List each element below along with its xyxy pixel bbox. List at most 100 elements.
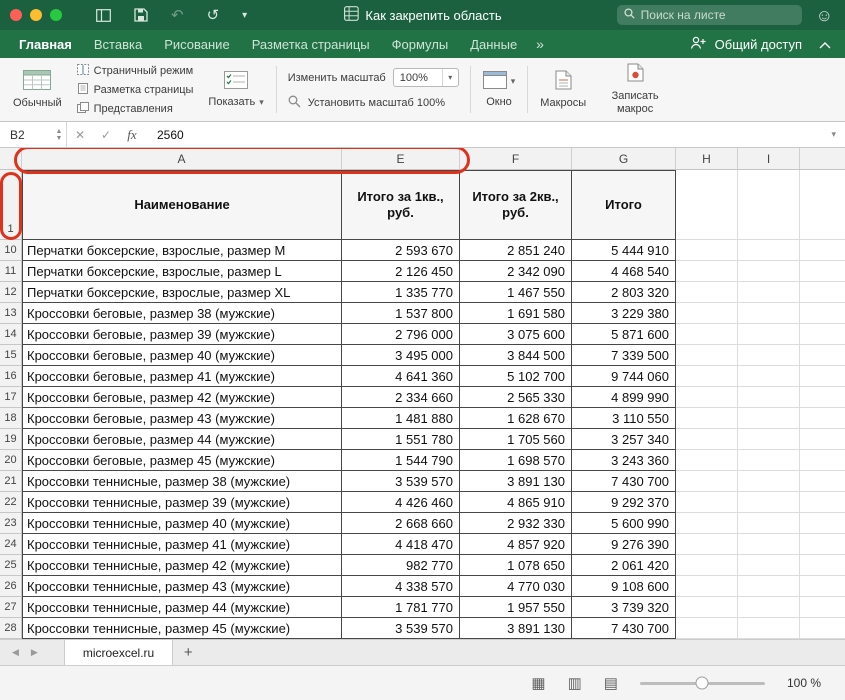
tab-draw[interactable]: Рисование — [153, 30, 240, 58]
cell-total[interactable]: 3 257 340 — [572, 429, 676, 450]
cell-total[interactable]: 7 430 700 — [572, 618, 676, 639]
empty-cell[interactable] — [676, 597, 738, 618]
page-break-view-status-icon[interactable]: ▤ — [604, 676, 618, 691]
cell-total[interactable]: 9 108 600 — [572, 576, 676, 597]
empty-cell[interactable] — [676, 576, 738, 597]
empty-cell[interactable] — [738, 387, 800, 408]
cell-q2[interactable]: 3 075 600 — [460, 324, 572, 345]
empty-cell[interactable] — [738, 345, 800, 366]
header-cell-q2[interactable]: Итого за 2кв., руб. — [460, 170, 572, 240]
empty-cell[interactable] — [738, 303, 800, 324]
cell-total[interactable]: 9 292 370 — [572, 492, 676, 513]
cell-name[interactable]: Кроссовки беговые, размер 39 (мужские) — [22, 324, 342, 345]
cell-name[interactable]: Кроссовки теннисные, размер 44 (мужские) — [22, 597, 342, 618]
empty-cell[interactable] — [738, 555, 800, 576]
cell-name[interactable]: Кроссовки беговые, размер 44 (мужские) — [22, 429, 342, 450]
cell-total[interactable]: 5 600 990 — [572, 513, 676, 534]
cell-total[interactable]: 2 061 420 — [572, 555, 676, 576]
cell-total[interactable]: 5 444 910 — [572, 240, 676, 261]
empty-cell[interactable] — [738, 261, 800, 282]
cell-q2[interactable]: 1 467 550 — [460, 282, 572, 303]
cell-total[interactable]: 3 739 320 — [572, 597, 676, 618]
row-header-16[interactable]: 16 — [0, 366, 22, 387]
row-header-27[interactable]: 27 — [0, 597, 22, 618]
normal-view-button[interactable]: Обычный — [4, 61, 71, 118]
cell-q2[interactable]: 2 342 090 — [460, 261, 572, 282]
empty-cell[interactable] — [738, 408, 800, 429]
macros-button[interactable]: Макросы — [531, 61, 595, 118]
cell-name[interactable]: Кроссовки беговые, размер 45 (мужские) — [22, 450, 342, 471]
column-header-E[interactable]: E — [342, 148, 460, 169]
cell-q1[interactable]: 2 126 450 — [342, 261, 460, 282]
row-header-20[interactable]: 20 — [0, 450, 22, 471]
view-toggle-icon[interactable] — [96, 9, 111, 22]
cell-q2[interactable]: 1 691 580 — [460, 303, 572, 324]
cell-total[interactable]: 7 430 700 — [572, 471, 676, 492]
search-box[interactable] — [617, 5, 802, 25]
cell-name[interactable]: Кроссовки беговые, размер 40 (мужские) — [22, 345, 342, 366]
feedback-smiley-icon[interactable]: ☺ — [816, 7, 833, 24]
empty-cell[interactable] — [738, 450, 800, 471]
cell-q1[interactable]: 1 544 790 — [342, 450, 460, 471]
cell-q1[interactable]: 4 641 360 — [342, 366, 460, 387]
empty-cell[interactable] — [676, 170, 738, 240]
cell-q1[interactable]: 4 426 460 — [342, 492, 460, 513]
add-sheet-button[interactable]: + — [173, 644, 203, 661]
cell-q2[interactable]: 4 865 910 — [460, 492, 572, 513]
stepper-up-icon[interactable]: ▲ — [56, 128, 63, 135]
cell-q1[interactable]: 2 796 000 — [342, 324, 460, 345]
row-header-21[interactable]: 21 — [0, 471, 22, 492]
cell-name[interactable]: Кроссовки теннисные, размер 38 (мужские) — [22, 471, 342, 492]
row-header-12[interactable]: 12 — [0, 282, 22, 303]
cell-q1[interactable]: 982 770 — [342, 555, 460, 576]
cell-name[interactable]: Кроссовки теннисные, размер 43 (мужские) — [22, 576, 342, 597]
empty-cell[interactable] — [676, 366, 738, 387]
cell-total[interactable]: 3 229 380 — [572, 303, 676, 324]
empty-cell[interactable] — [676, 387, 738, 408]
cell-q2[interactable]: 1 698 570 — [460, 450, 572, 471]
cell-q1[interactable]: 4 418 470 — [342, 534, 460, 555]
empty-cell[interactable] — [676, 450, 738, 471]
insert-function-icon[interactable]: fx — [119, 127, 145, 143]
empty-cell[interactable] — [676, 345, 738, 366]
cell-q2[interactable]: 1 957 550 — [460, 597, 572, 618]
empty-cell[interactable] — [676, 492, 738, 513]
row-header-14[interactable]: 14 — [0, 324, 22, 345]
row-header-13[interactable]: 13 — [0, 303, 22, 324]
row-header-25[interactable]: 25 — [0, 555, 22, 576]
cell-q2[interactable]: 4 770 030 — [460, 576, 572, 597]
cancel-entry-icon[interactable]: ✕ — [67, 128, 93, 142]
cell-total[interactable]: 2 803 320 — [572, 282, 676, 303]
cell-q2[interactable]: 1 628 670 — [460, 408, 572, 429]
tabs-overflow-chevron[interactable]: » — [528, 36, 552, 52]
column-header-G[interactable]: G — [572, 148, 676, 169]
empty-cell[interactable] — [738, 471, 800, 492]
empty-cell[interactable] — [738, 429, 800, 450]
tab-page-layout[interactable]: Разметка страницы — [241, 30, 381, 58]
save-icon[interactable] — [134, 8, 148, 22]
cell-name[interactable]: Кроссовки теннисные, размер 40 (мужские) — [22, 513, 342, 534]
cell-total[interactable]: 3 243 360 — [572, 450, 676, 471]
cell-q2[interactable]: 1 705 560 — [460, 429, 572, 450]
cell-total[interactable]: 4 899 990 — [572, 387, 676, 408]
stepper-down-icon[interactable]: ▼ — [56, 135, 63, 142]
row-header-24[interactable]: 24 — [0, 534, 22, 555]
sheet-tab-microexcel[interactable]: microexcel.ru — [64, 640, 173, 665]
cell-name[interactable]: Кроссовки беговые, размер 42 (мужские) — [22, 387, 342, 408]
tab-formulas[interactable]: Формулы — [381, 30, 460, 58]
page-layout-view-status-icon[interactable]: ▥ — [568, 676, 582, 691]
minimize-window-button[interactable] — [30, 9, 42, 21]
row-header-26[interactable]: 26 — [0, 576, 22, 597]
redo-icon[interactable]: ↺ — [207, 6, 220, 24]
record-macro-button[interactable]: Записать макрос — [595, 61, 675, 118]
empty-cell[interactable] — [676, 240, 738, 261]
collapse-ribbon-icon[interactable] — [819, 37, 831, 52]
cell-name[interactable]: Кроссовки беговые, размер 38 (мужские) — [22, 303, 342, 324]
set-zoom-100-button[interactable]: Установить масштаб 100% — [288, 95, 459, 111]
cell-q2[interactable]: 2 851 240 — [460, 240, 572, 261]
empty-cell[interactable] — [676, 408, 738, 429]
cell-name[interactable]: Перчатки боксерские, взрослые, размер L — [22, 261, 342, 282]
header-cell-q1[interactable]: Итого за 1кв., руб. — [342, 170, 460, 240]
show-button[interactable]: Показать ▾ — [199, 61, 272, 118]
page-layout-button[interactable]: Разметка страницы — [77, 82, 194, 98]
